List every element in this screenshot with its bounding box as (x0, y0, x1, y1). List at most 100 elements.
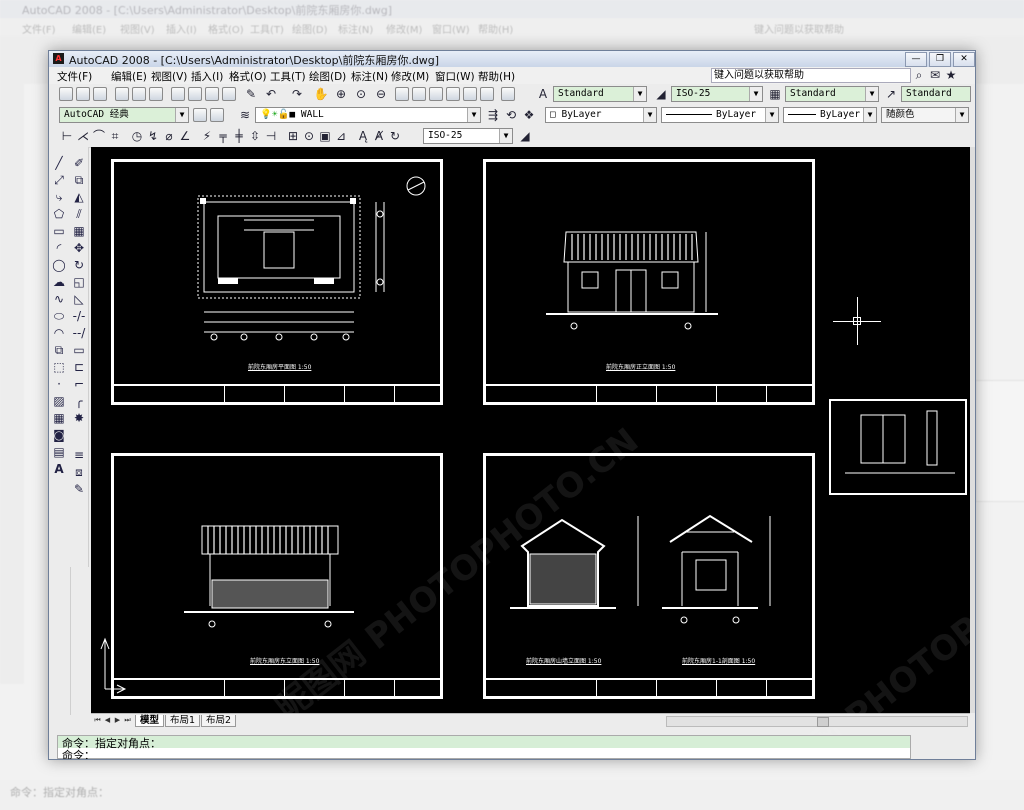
last-tab-icon[interactable]: ⏭ (123, 715, 132, 725)
explode-icon[interactable]: ✸ (71, 410, 87, 426)
inspect-icon[interactable]: ▣ (317, 128, 333, 144)
paste-icon[interactable] (205, 87, 219, 101)
stretch-icon[interactable]: ◺ (71, 291, 87, 307)
diameter-dim-icon[interactable]: ⌀ (161, 128, 177, 144)
calculator-icon[interactable] (480, 87, 494, 101)
restore-button[interactable]: ❐ (929, 52, 951, 67)
draw-order-icon[interactable]: ⧈ (71, 464, 87, 480)
mleader-style-select[interactable]: Standard (901, 86, 971, 102)
autocad-icon[interactable]: A (53, 53, 64, 64)
communication-center-icon[interactable]: ✉ (927, 67, 943, 83)
angular-dim-icon[interactable]: ∠ (177, 128, 193, 144)
linear-dim-icon[interactable]: ⊢ (59, 128, 75, 144)
mtext-icon[interactable]: A (51, 461, 67, 477)
make-current-icon[interactable]: ⇶ (485, 107, 501, 123)
baseline-dim-icon[interactable]: ╤ (215, 128, 231, 144)
tool-palettes-icon[interactable] (429, 87, 443, 101)
dim-text-edit-icon[interactable]: Ⱥ (371, 128, 387, 144)
radius-dim-icon[interactable]: ◷ (129, 128, 145, 144)
insert-block-icon[interactable]: ⧉ (51, 342, 67, 358)
command-window[interactable]: 命令：指定对角点： 命令： (57, 735, 911, 759)
dim-break-icon[interactable]: ⊣ (263, 128, 279, 144)
revision-cloud-icon[interactable]: ☁ (51, 274, 67, 290)
fillet-icon[interactable]: ╭ (71, 393, 87, 409)
undo-icon[interactable]: ↶ (263, 86, 279, 102)
minimize-button[interactable]: — (905, 52, 927, 67)
pencil-icon[interactable]: ✎ (243, 86, 259, 102)
layer-manager-icon[interactable]: ≋ (237, 107, 253, 123)
next-tab-icon[interactable]: ▶ (113, 715, 122, 725)
zoom-previous-icon[interactable]: ⊖ (373, 86, 389, 102)
tolerance-icon[interactable]: ⊞ (285, 128, 301, 144)
help-search-input[interactable]: 键入问题以获取帮助 (711, 68, 911, 83)
sheet-east-elevation[interactable]: 前院东厢房东立面图 1:50 (111, 453, 443, 699)
chamfer-icon[interactable]: ⌐ (71, 376, 87, 392)
ordinate-dim-icon[interactable]: ⌗ (107, 128, 123, 144)
text-edit-icon[interactable]: ✎ (71, 481, 87, 497)
quick-dim-icon[interactable]: ⚡ (199, 128, 215, 144)
circle-icon[interactable]: ◯ (51, 257, 67, 273)
menu-window[interactable]: 窗口(W) (435, 69, 475, 84)
jogged-linear-icon[interactable]: ⊿ (333, 128, 349, 144)
zoom-realtime-icon[interactable]: ⊕ (333, 86, 349, 102)
menu-view[interactable]: 视图(V) (151, 69, 187, 84)
gradient-icon[interactable]: ▦ (51, 410, 67, 426)
arc-length-icon[interactable]: ⌒ (91, 128, 107, 144)
spline-icon[interactable]: ∿ (51, 291, 67, 307)
vertical-scrollbar[interactable] (970, 147, 975, 713)
titlebar[interactable]: A AutoCAD 2008 - [C:\Users\Administrator… (49, 51, 975, 68)
sheet-plan[interactable]: 前院东厢房平面图 1:50 (111, 159, 443, 405)
redo-icon[interactable]: ↷ (289, 86, 305, 102)
sheet-set-icon[interactable] (446, 87, 460, 101)
viewport-preview[interactable] (829, 399, 967, 495)
menu-format[interactable]: 格式(O) (229, 69, 266, 84)
break-icon[interactable]: ▭ (71, 342, 87, 358)
workspace-save-icon[interactable] (210, 108, 224, 122)
scroll-thumb[interactable] (817, 717, 829, 727)
trim-icon[interactable]: -/- (71, 308, 87, 324)
cut-icon[interactable] (171, 87, 185, 101)
prev-tab-icon[interactable]: ◀ (103, 715, 112, 725)
publish-icon[interactable] (149, 87, 163, 101)
layer-previous-icon[interactable]: ⟲ (503, 107, 519, 123)
table-icon[interactable]: ▤ (51, 444, 67, 460)
tab-model[interactable]: 模型 (135, 715, 165, 727)
menu-dimension[interactable]: 标注(N) (351, 69, 388, 84)
print-icon[interactable] (115, 87, 129, 101)
lineweight-select[interactable]: ByLayer ▼ (783, 107, 877, 123)
rectangle-icon[interactable]: ▭ (51, 223, 67, 239)
dim-style-select[interactable]: ISO-25 ▼ (671, 86, 763, 102)
dim-update-icon[interactable]: ↻ (387, 128, 403, 144)
move-icon[interactable]: ✥ (71, 240, 87, 256)
dim-edit-icon[interactable]: Ą (355, 128, 371, 144)
join-icon[interactable]: ⊏ (71, 359, 87, 375)
linetype-select[interactable]: ByLayer ▼ (661, 107, 779, 123)
polyline-icon[interactable]: ⤷ (51, 189, 67, 205)
first-tab-icon[interactable]: ⏮ (93, 715, 102, 725)
menu-draw[interactable]: 绘图(D) (309, 69, 346, 84)
region-icon[interactable]: ◙ (51, 427, 67, 443)
continue-dim-icon[interactable]: ╪ (231, 128, 247, 144)
print-preview-icon[interactable] (132, 87, 146, 101)
menu-help[interactable]: 帮助(H) (478, 69, 515, 84)
layer-select[interactable]: 💡☀🔓■ WALL ▼ (255, 107, 481, 123)
mirror-icon[interactable]: ◭ (71, 189, 87, 205)
aligned-dim-icon[interactable]: ⋌ (75, 128, 91, 144)
arc-icon[interactable]: ◜ (51, 240, 67, 256)
pan-icon[interactable]: ✋ (313, 86, 329, 102)
make-block-icon[interactable]: ⬚ (51, 359, 67, 375)
text-style-select[interactable]: Standard ▼ (553, 86, 647, 102)
ellipse-icon[interactable]: ⬭ (51, 308, 67, 324)
center-mark-icon[interactable]: ⊙ (301, 128, 317, 144)
tab-layout2[interactable]: 布局2 (201, 715, 237, 727)
new-file-icon[interactable] (59, 87, 73, 101)
drawing-canvas[interactable]: 前院东厢房平面图 1:50 前院东厢房正立面图 1:50 前院东厢房东立面图 1… (91, 147, 975, 759)
layer-states-icon[interactable]: ❖ (521, 107, 537, 123)
menu-tools[interactable]: 工具(T) (270, 69, 306, 84)
properties-icon[interactable] (395, 87, 409, 101)
tab-layout1[interactable]: 布局1 (165, 715, 201, 727)
workspace-settings-icon[interactable] (193, 108, 207, 122)
plotstyle-select[interactable]: 随颜色 ▼ (881, 107, 969, 123)
save-icon[interactable] (93, 87, 107, 101)
menu-modify[interactable]: 修改(M) (391, 69, 429, 84)
